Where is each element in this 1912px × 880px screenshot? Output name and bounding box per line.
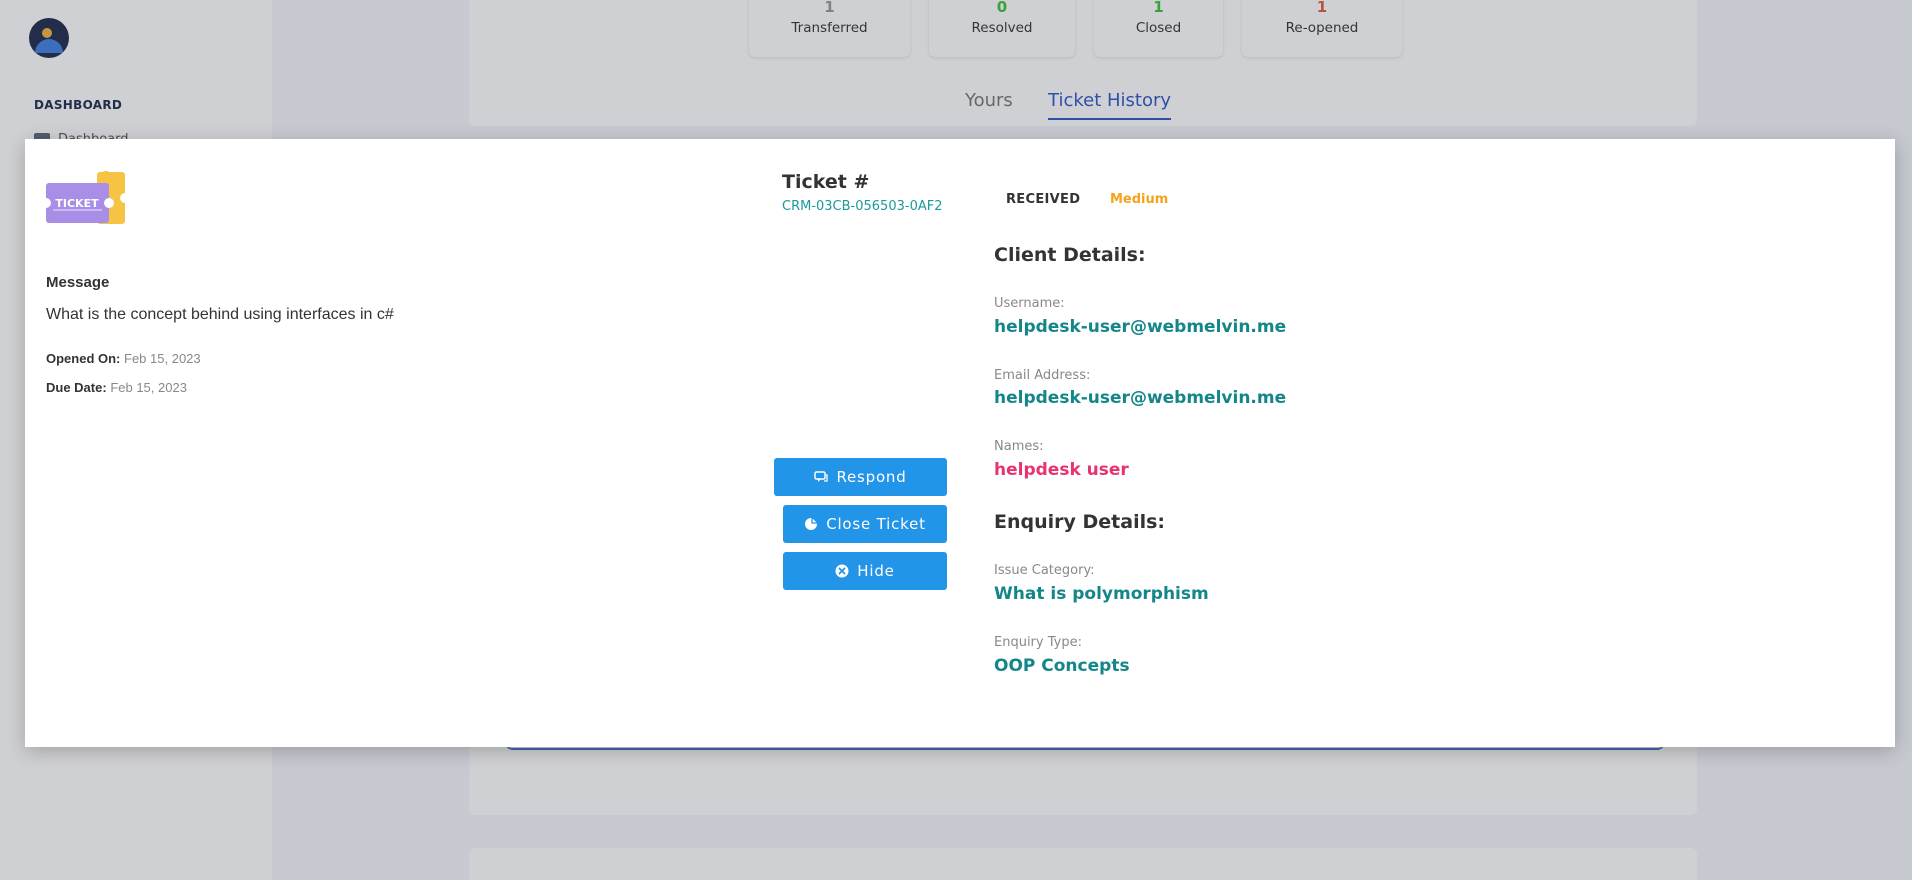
close-ticket-button-label: Close Ticket <box>826 515 926 533</box>
chat-icon <box>814 471 829 482</box>
priority-badge: Medium <box>1110 192 1169 207</box>
enquiry-type-value: OOP Concepts <box>994 656 1130 676</box>
enquiry-details-title: Enquiry Details: <box>994 511 1166 533</box>
names-value: helpdesk user <box>994 460 1129 480</box>
opened-on-row: Opened On: Feb 15, 2023 <box>46 351 201 366</box>
ticket-title: Ticket # <box>782 171 870 193</box>
issue-category-value: What is polymorphism <box>994 584 1209 604</box>
names-label: Names: <box>994 439 1044 454</box>
due-date-label: Due Date: <box>46 380 107 395</box>
due-date-row: Due Date: Feb 15, 2023 <box>46 380 187 395</box>
hide-button-label: Hide <box>857 562 895 580</box>
username-label: Username: <box>994 296 1065 311</box>
circle-x-icon <box>835 564 849 578</box>
opened-on-value: Feb 15, 2023 <box>124 351 201 366</box>
client-details-title: Client Details: <box>994 244 1146 266</box>
email-label: Email Address: <box>994 368 1091 383</box>
respond-button-label: Respond <box>836 468 907 486</box>
enquiry-type-label: Enquiry Type: <box>994 635 1082 650</box>
ticket-illustration-icon: TICKET <box>45 171 129 224</box>
issue-category-label: Issue Category: <box>994 563 1095 578</box>
ticket-art-text: TICKET <box>55 197 99 210</box>
message-text: What is the concept behind using interfa… <box>46 306 394 323</box>
message-label: Message <box>46 274 110 291</box>
close-ticket-button[interactable]: Close Ticket <box>783 505 947 543</box>
username-value: helpdesk-user@webmelvin.me <box>994 317 1287 337</box>
status-badge: RECEIVED <box>1006 192 1081 207</box>
email-value: helpdesk-user@webmelvin.me <box>994 388 1287 408</box>
ticket-id: CRM-03CB-056503-0AF2 <box>782 199 943 214</box>
opened-on-label: Opened On: <box>46 351 121 366</box>
sticker-icon <box>805 518 818 530</box>
respond-button[interactable]: Respond <box>774 458 947 496</box>
hide-button[interactable]: Hide <box>783 552 947 590</box>
ticket-detail-modal: TICKET Message What is the concept behin… <box>25 139 1895 747</box>
due-date-value: Feb 15, 2023 <box>110 380 187 395</box>
